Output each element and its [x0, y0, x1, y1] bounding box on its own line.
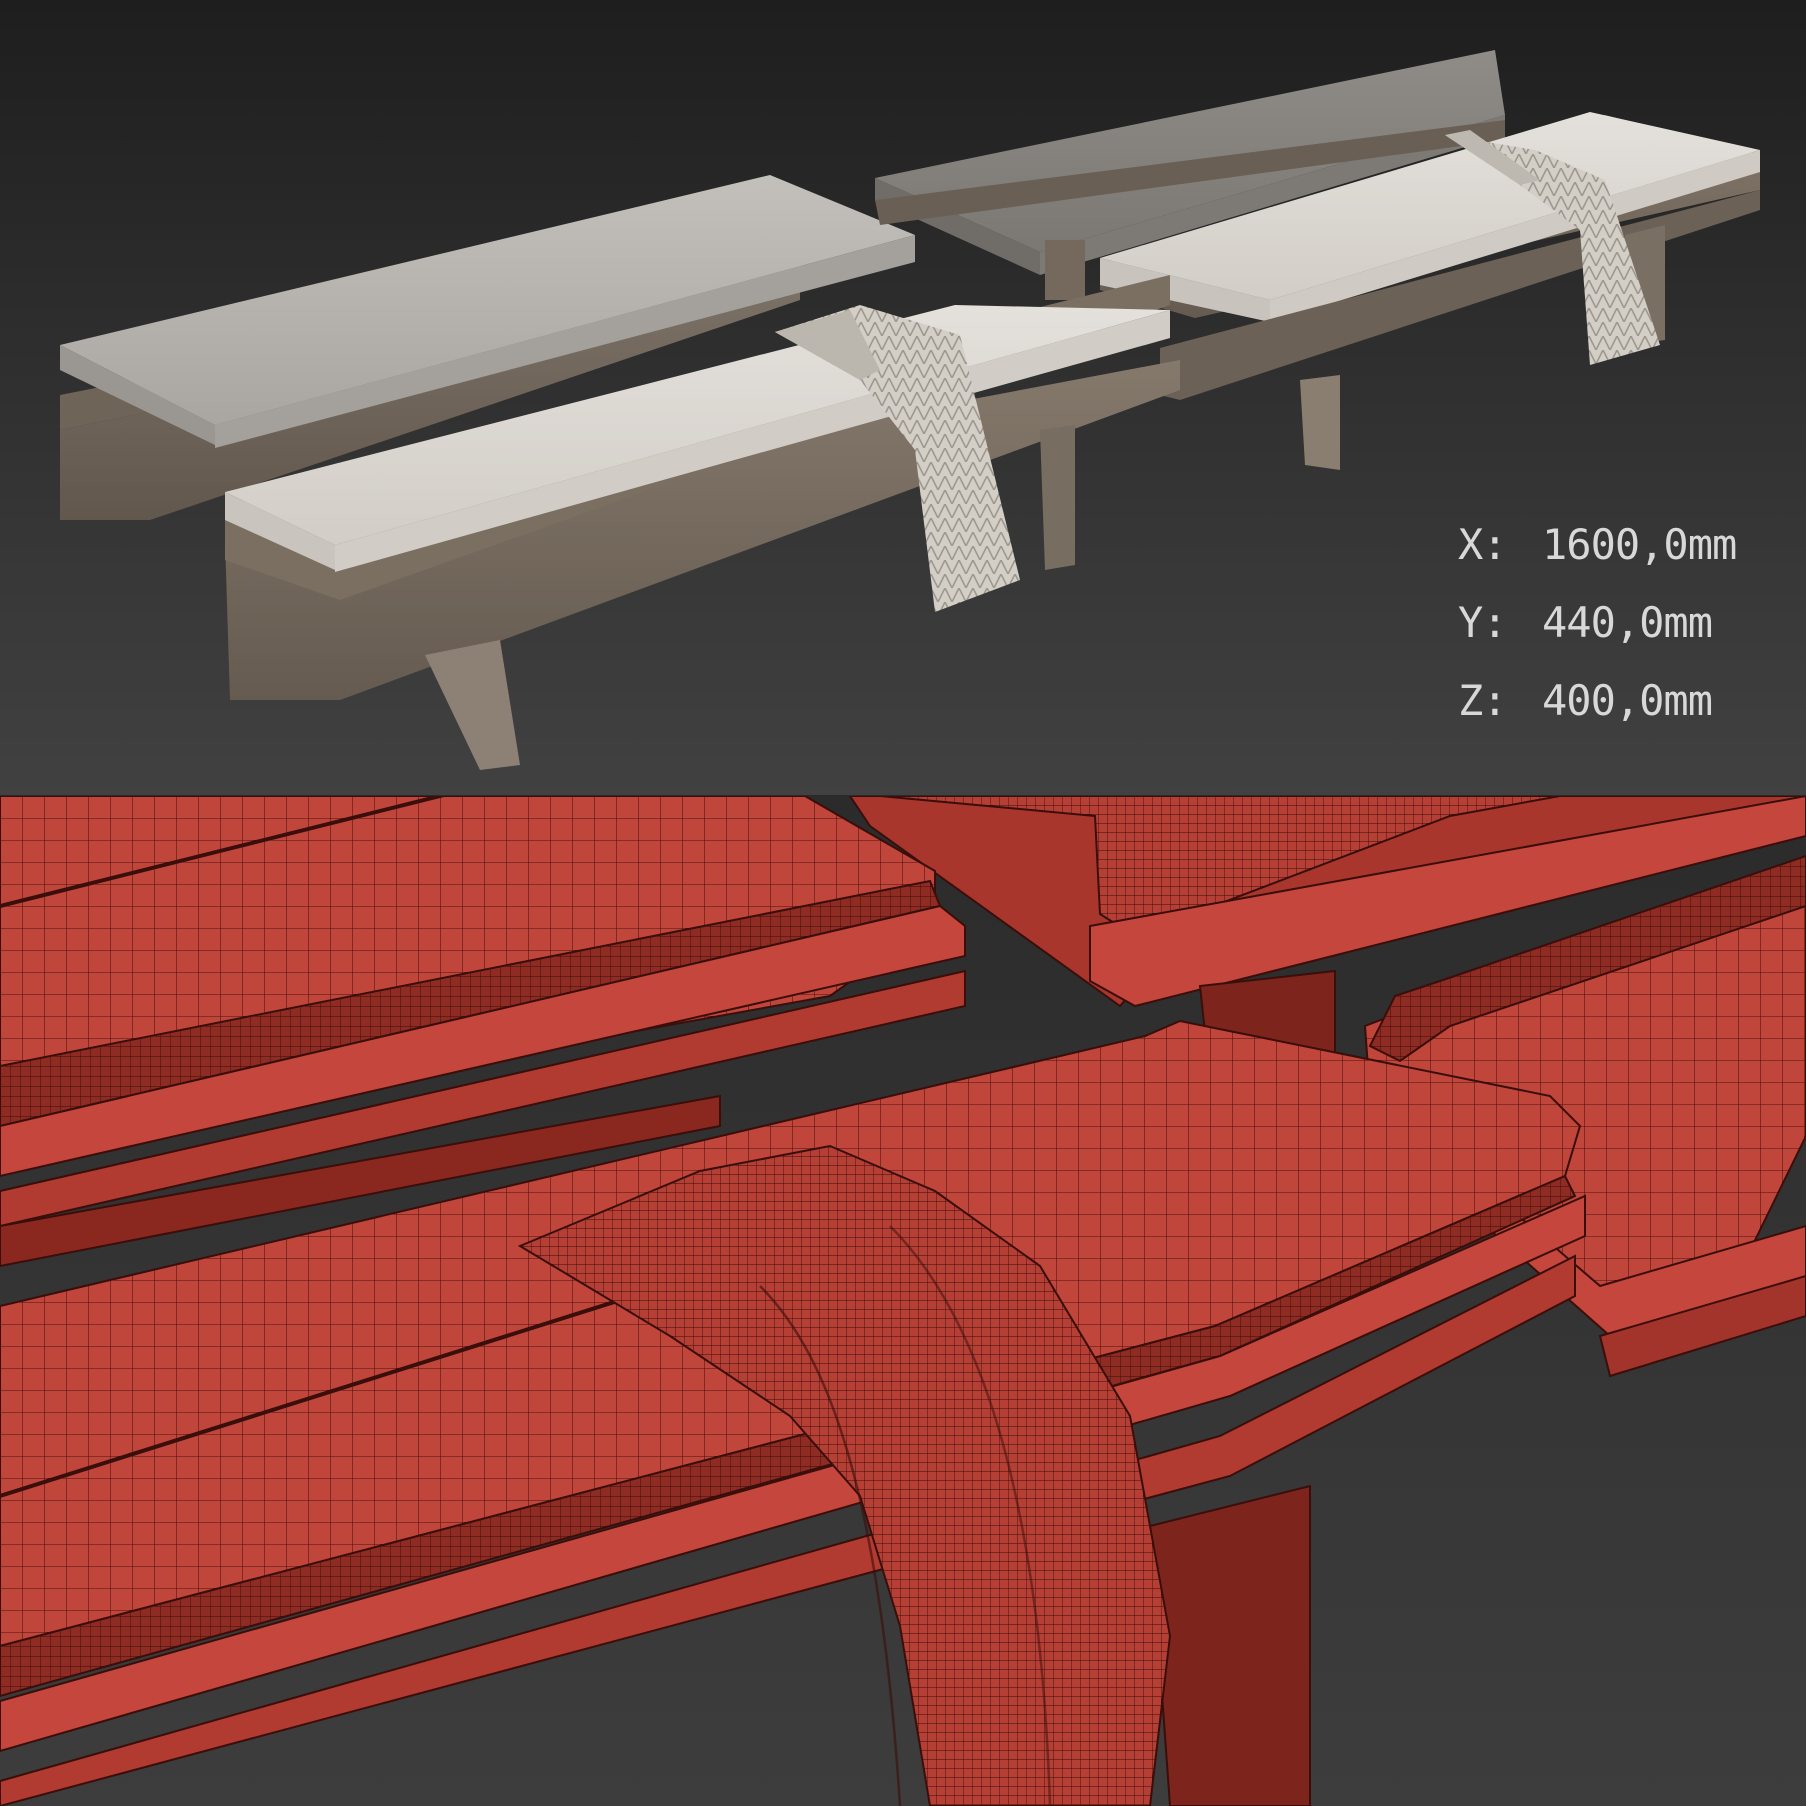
dimension-axis-label: Z:: [1458, 676, 1508, 725]
dimension-value: 400,0mm: [1542, 676, 1713, 725]
viewport-canvas: X: 1600,0mm Y: 440,0mm Z: 400,0mm: [0, 0, 1806, 1806]
dimension-y: Y: 440,0mm: [1458, 598, 1788, 676]
dimension-value: 440,0mm: [1542, 598, 1713, 647]
wireframe-scene: [0, 796, 1806, 1806]
dimension-axis-label: X:: [1458, 520, 1508, 569]
render-preview-panel: X: 1600,0mm Y: 440,0mm Z: 400,0mm: [0, 0, 1806, 796]
dimension-axis-label: Y:: [1458, 598, 1508, 647]
wireframe-panel: [0, 796, 1806, 1806]
dimension-value: 1600,0mm: [1542, 520, 1737, 569]
dimension-x: X: 1600,0mm: [1458, 520, 1788, 598]
dimensions-readout: X: 1600,0mm Y: 440,0mm Z: 400,0mm: [1458, 520, 1788, 754]
dimension-z: Z: 400,0mm: [1458, 676, 1788, 754]
